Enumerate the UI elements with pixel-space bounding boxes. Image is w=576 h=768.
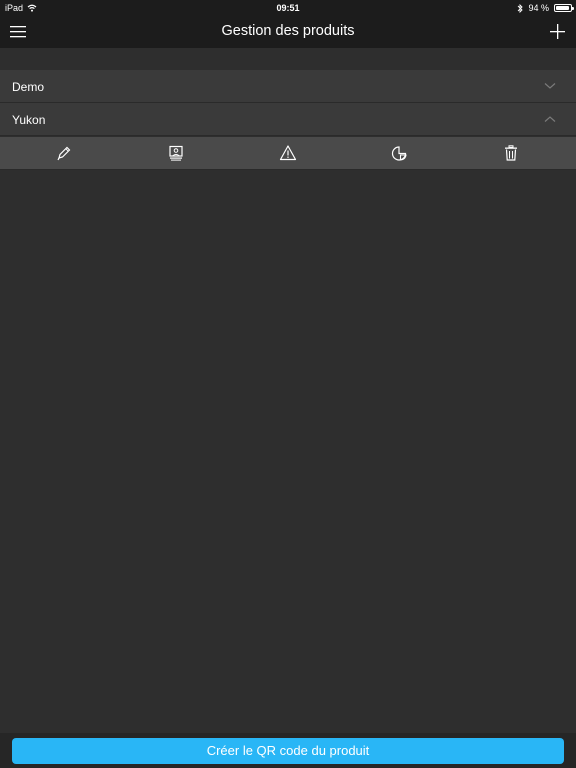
product-action-toolbar — [0, 137, 576, 170]
battery-nub — [572, 7, 574, 10]
warning-icon[interactable] — [279, 144, 297, 162]
product-label: Yukon — [12, 113, 46, 127]
page-title: Gestion des produits — [221, 23, 355, 39]
bottom-bar: Créer le QR code du produit — [0, 733, 576, 768]
plus-icon[interactable] — [549, 23, 566, 40]
monitor-icon[interactable] — [167, 144, 185, 162]
product-row-demo[interactable]: Demo — [0, 70, 576, 103]
battery-icon — [554, 4, 574, 12]
product-label: Demo — [12, 80, 45, 94]
chevron-up-icon — [544, 116, 556, 122]
status-right: 94 % — [517, 3, 574, 13]
product-row-yukon[interactable]: Yukon — [0, 103, 576, 136]
product-list: Demo Yukon — [0, 70, 576, 136]
status-time: 09:51 — [276, 3, 300, 13]
chart-icon[interactable] — [390, 144, 408, 162]
nav-bar: Gestion des produits — [0, 16, 576, 48]
create-qr-code-button[interactable]: Créer le QR code du produit — [12, 738, 564, 764]
battery-percent: 94 % — [528, 3, 549, 13]
status-bar: iPad 09:51 94 % — [0, 0, 576, 16]
chevron-down-icon — [544, 83, 556, 89]
pencil-icon[interactable] — [55, 144, 73, 162]
battery-level — [556, 6, 570, 10]
bluetooth-icon — [518, 3, 524, 13]
trash-icon[interactable] — [502, 144, 520, 162]
